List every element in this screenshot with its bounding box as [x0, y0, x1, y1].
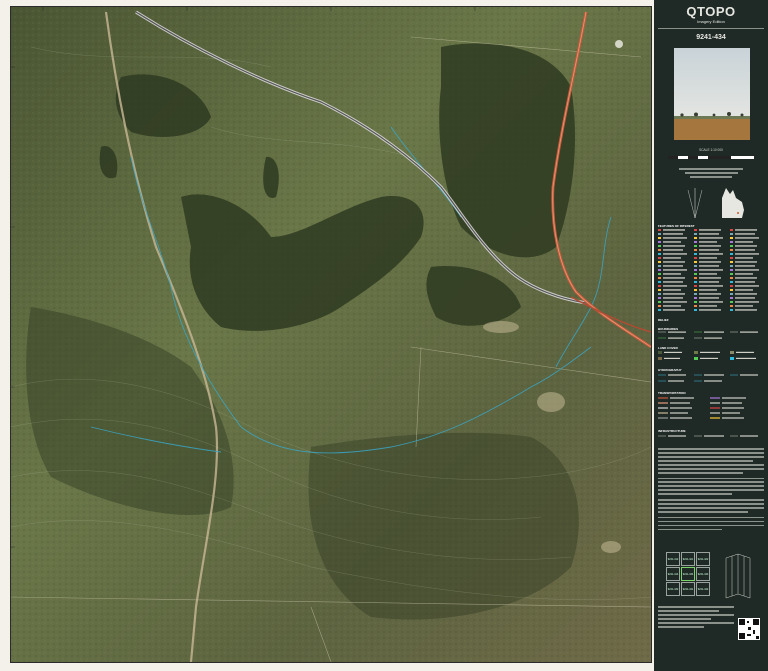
- index-cell[interactable]: 9241-432: [666, 582, 680, 596]
- legend-symbols: [658, 229, 759, 311]
- divider: [658, 28, 764, 29]
- sheet-layout-diagram: [725, 553, 751, 599]
- scale-bar: [668, 156, 754, 159]
- landscape-photo: [674, 48, 750, 140]
- infrastructure-symbols: [658, 435, 758, 437]
- product-title: QTOPO: [686, 4, 736, 19]
- scale-label: SCALE 1:10 000: [699, 148, 723, 152]
- index-cell[interactable]: 9241-441: [681, 582, 695, 596]
- index-cell[interactable]: 9241-443: [696, 567, 710, 581]
- disclaimer-text-block: [658, 448, 764, 533]
- index-cell[interactable]: 9241-414: [666, 567, 680, 581]
- index-cell[interactable]: 9241-412: [666, 552, 680, 566]
- index-cell[interactable]: 9241-422: [696, 552, 710, 566]
- legend-heading: FEATURES OF INTEREST: [658, 224, 695, 228]
- product-subtitle: Imagery Edition: [697, 19, 725, 24]
- land-cover-symbols: [658, 351, 756, 360]
- index-cell[interactable]: 9241-421: [681, 552, 695, 566]
- hydrography-symbols: [658, 374, 758, 382]
- adjoining-sheets-index: 9241-412 9241-421 9241-422 9241-414 9241…: [666, 552, 710, 600]
- index-cell[interactable]: 9241-442: [696, 582, 710, 596]
- boundary-symbols: [658, 331, 758, 339]
- north-arrow-icon: [687, 188, 703, 219]
- qr-code[interactable]: [738, 618, 760, 640]
- map-sidebar: QTOPO Imagery Edition 9241-434 SCALE 1:1…: [654, 0, 768, 671]
- footer-text: [658, 606, 734, 630]
- aerial-imagery[interactable]: [11, 7, 651, 662]
- map-sheet: QTOPO Imagery Edition 9241-434 SCALE 1:1…: [0, 0, 768, 671]
- transportation-symbols: [658, 397, 746, 419]
- map-imagery-frame[interactable]: [10, 6, 652, 663]
- qr-code-icon: [739, 619, 759, 639]
- index-cell-current[interactable]: 9241-434: [681, 567, 695, 581]
- map-sheet-number: 9241-434: [696, 34, 726, 41]
- queensland-locator-icon: [722, 188, 744, 218]
- orientation-notes: [658, 168, 764, 180]
